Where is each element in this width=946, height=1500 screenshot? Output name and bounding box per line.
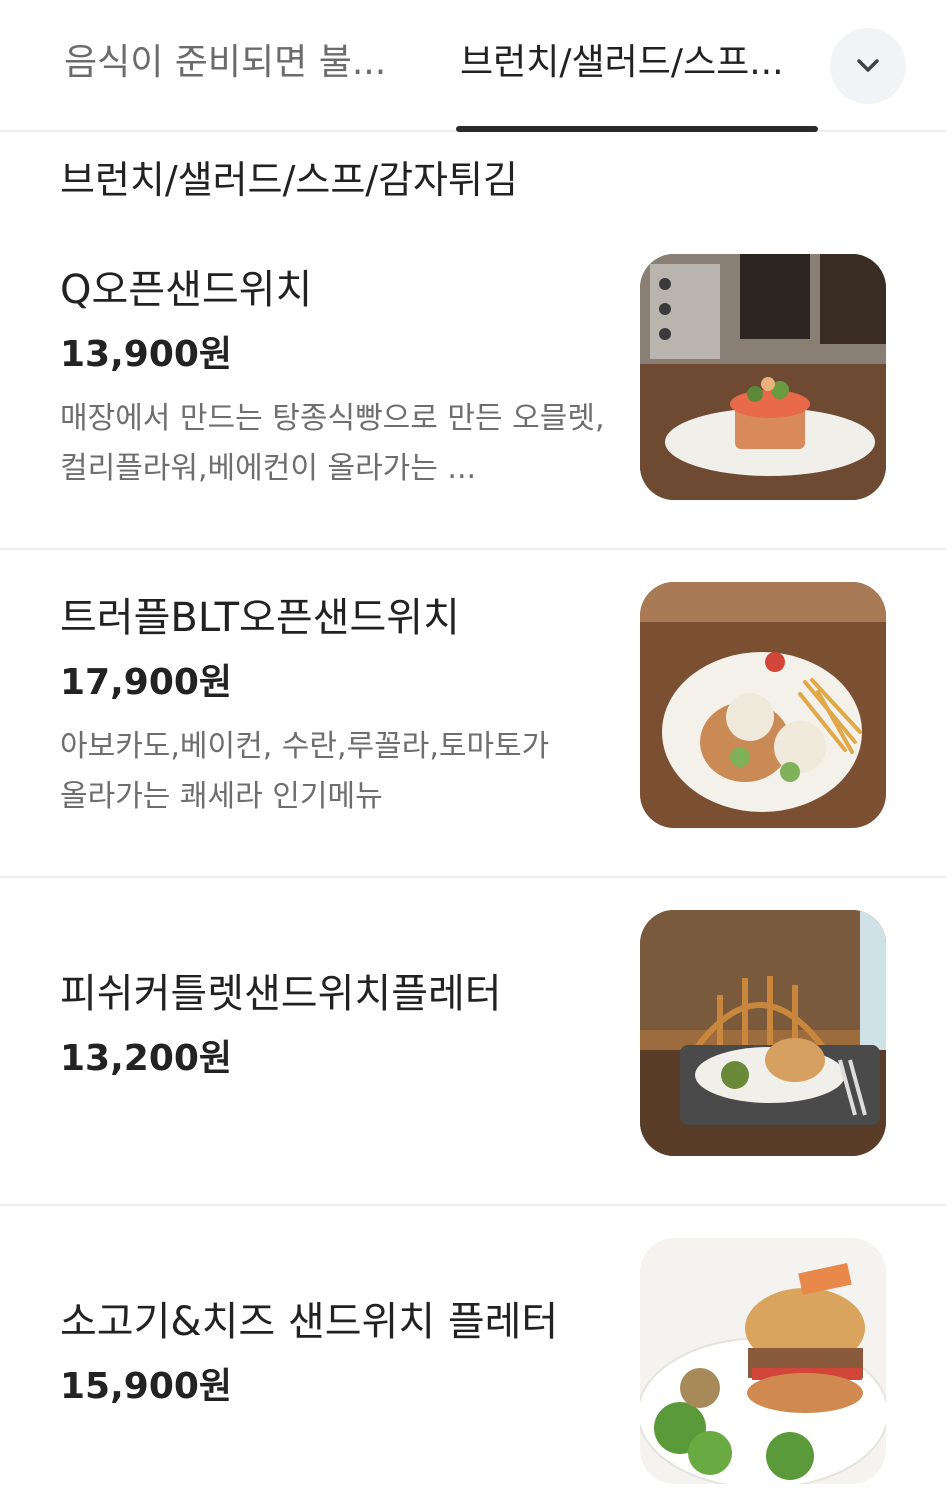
category-tab-bar: 음식이 준비되면 불... 브런치/샐러드/스프... <box>0 0 946 132</box>
menu-item-description: 매장에서 만드는 탕종식빵으로 만든 오믈렛, 컬리플라워,베에컨이 올라가는 … <box>60 401 605 486</box>
menu-item[interactable]: 소고기&치즈 샌드위치 플레터 15,900원 <box>0 1206 946 1500</box>
menu-item-name: Q오픈샌드위치 <box>60 267 313 313</box>
tab-brunch-salad-soup[interactable]: 브런치/샐러드/스프... <box>460 38 816 88</box>
menu-item-name: 소고기&치즈 샌드위치 플레터 <box>60 1299 559 1345</box>
menu-item-photo <box>640 582 886 828</box>
menu-item[interactable]: Q오픈샌드위치 13,900원 매장에서 만드는 탕종식빵으로 만든 오믈렛, … <box>0 222 946 550</box>
menu-item-price: 13,200원 <box>60 1038 233 1079</box>
menu-item-name: 피쉬커틀렛샌드위치플레터 <box>60 971 502 1017</box>
chevron-down-icon <box>857 59 879 72</box>
tab-notice[interactable]: 음식이 준비되면 불... <box>64 38 404 88</box>
menu-item-name: 트러플BLT오픈샌드위치 <box>60 595 460 641</box>
menu-item[interactable]: 피쉬커틀렛샌드위치플레터 13,200원 <box>0 878 946 1206</box>
menu-item-description: 아보카도,베이컨, 수란,루꼴라,토마토가 올라가는 쾌세라 인기메뉴 <box>60 729 550 814</box>
section-title: 브런치/샐러드/스프/감자튀김 <box>60 158 518 202</box>
menu-item-price: 17,900원 <box>60 662 233 703</box>
menu-item-photo <box>640 254 886 500</box>
menu-item[interactable]: 트러플BLT오픈샌드위치 17,900원 아보카도,베이컨, 수란,루꼴라,토마… <box>0 550 946 878</box>
active-tab-indicator <box>456 126 818 132</box>
menu-item-price: 13,900원 <box>60 334 233 375</box>
expand-categories-button[interactable] <box>830 28 906 104</box>
menu-item-price: 15,900원 <box>60 1366 233 1407</box>
menu-item-photo <box>640 1238 886 1484</box>
menu-item-photo <box>640 910 886 1156</box>
